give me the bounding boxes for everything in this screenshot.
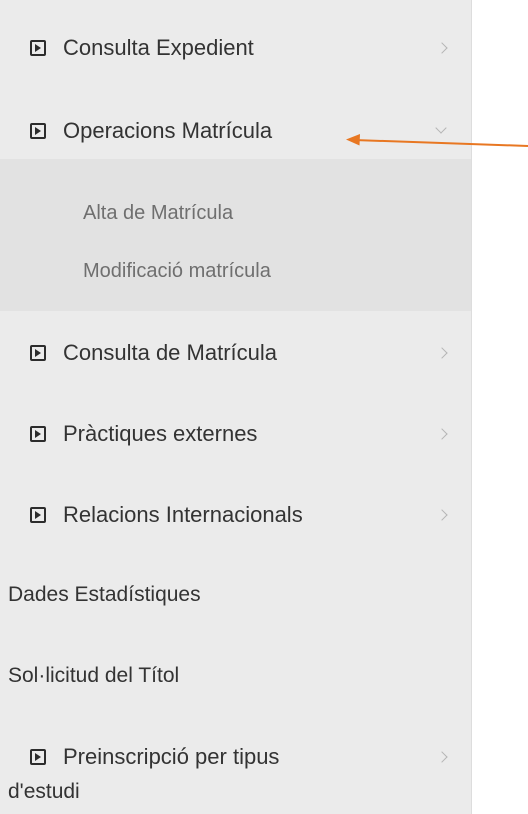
chevron-right-icon <box>436 347 448 359</box>
menu-item-label: Operacions Matrícula <box>63 118 273 143</box>
submenu-operacions-matricula: Alta de Matrícula Modificació matrícula <box>0 159 471 311</box>
menu-item-label: Dades Estadístiques <box>8 583 201 606</box>
play-square-icon <box>30 345 46 361</box>
menu-item-dades-estadistiques[interactable]: Dades Estadístiques <box>0 570 471 620</box>
play-square-icon <box>30 123 46 139</box>
annotation-arrow-icon <box>346 134 528 147</box>
play-square-icon <box>30 749 46 765</box>
menu-item-relacions-internacionals[interactable]: Relacions Internacionals <box>0 490 471 540</box>
menu-item-practiques-externes[interactable]: Pràctiques externes <box>0 409 471 459</box>
chevron-right-icon <box>436 751 448 763</box>
menu-item-label: Consulta Expedient <box>63 35 254 60</box>
menu-item-label: Pràctiques externes <box>63 421 258 446</box>
submenu-item-alta-matricula[interactable]: Alta de Matrícula <box>83 200 233 226</box>
screen: Consulta Expedient Operacions Matrícula … <box>0 0 528 814</box>
menu-item-label-continuation: d'estudi <box>8 780 80 803</box>
menu-item-sollicitud-titol[interactable]: Sol·licitud del Títol <box>0 651 471 701</box>
menu-item-consulta-expedient[interactable]: Consulta Expedient <box>0 23 471 73</box>
chevron-right-icon <box>436 509 448 521</box>
chevron-right-icon <box>436 42 448 54</box>
menu-item-label: Relacions Internacionals <box>63 502 303 527</box>
submenu-item-modificacio-matricula[interactable]: Modificació matrícula <box>83 258 271 284</box>
play-square-icon <box>30 426 46 442</box>
menu-item-label: Preinscripció per tipus <box>63 744 280 769</box>
sidebar-menu: Consulta Expedient Operacions Matrícula … <box>0 0 472 814</box>
menu-item-preinscripcio[interactable]: Preinscripció per tipus d'estudi <box>0 734 471 812</box>
play-square-icon <box>30 40 46 56</box>
play-square-icon <box>30 507 46 523</box>
menu-item-label: Sol·licitud del Títol <box>8 664 180 687</box>
chevron-right-icon <box>436 428 448 440</box>
menu-item-label: Consulta de Matrícula <box>63 340 277 365</box>
menu-item-consulta-matricula[interactable]: Consulta de Matrícula <box>0 328 471 378</box>
